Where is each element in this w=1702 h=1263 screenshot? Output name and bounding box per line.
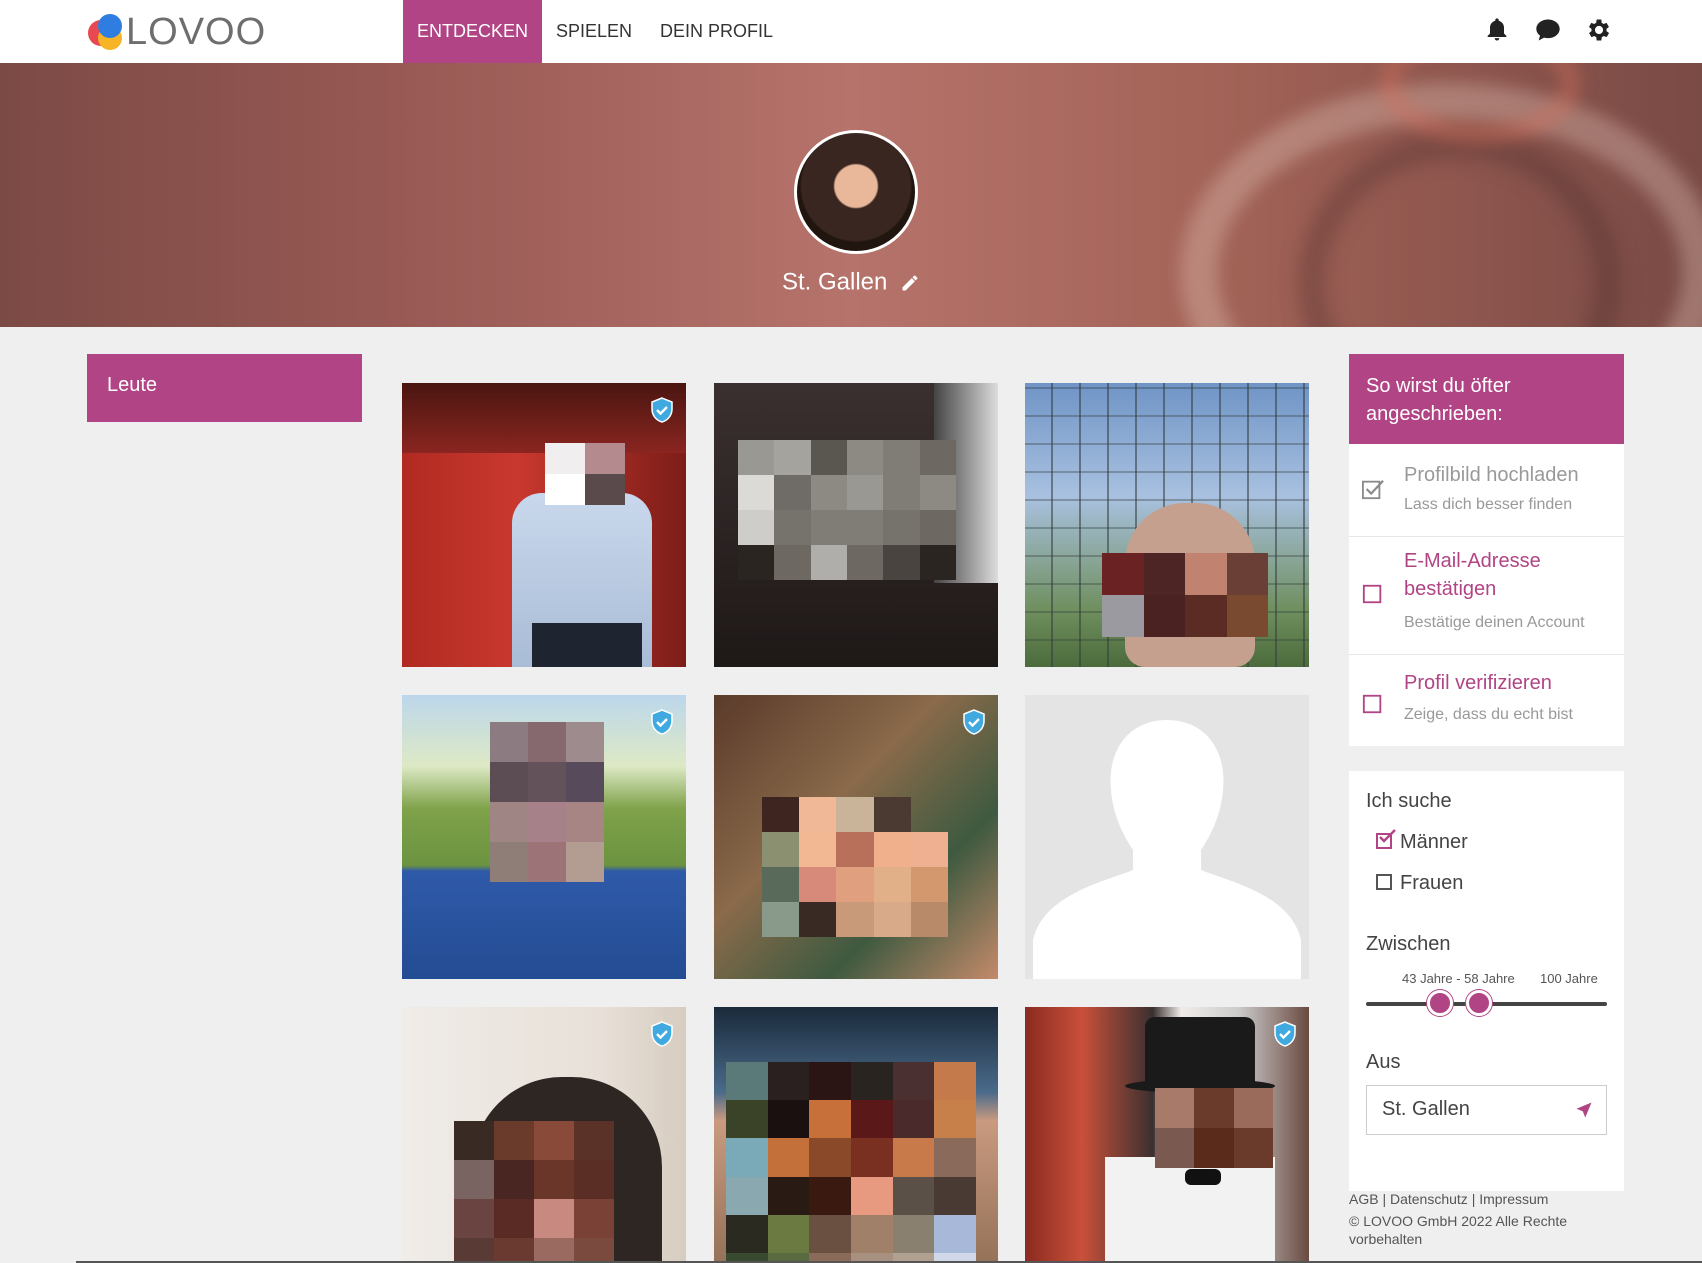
profile-card[interactable] xyxy=(402,383,686,667)
option-label: Frauen xyxy=(1400,872,1464,894)
tip-verify-profile[interactable]: Profil verifizieren Zeige, dass du echt … xyxy=(1349,655,1624,746)
verified-badge-icon xyxy=(963,709,985,735)
pixelated-face xyxy=(490,722,604,882)
age-max-text: 100 Jahre xyxy=(1540,971,1598,986)
profile-avatar[interactable] xyxy=(794,130,918,254)
tip-title: Profilbild hochladen xyxy=(1404,464,1579,486)
city-input[interactable]: St. Gallen xyxy=(1366,1085,1607,1135)
default-avatar-icon xyxy=(1033,720,1301,979)
tip-subtitle: Bestätige deinen Account xyxy=(1404,614,1585,631)
tips-header: So wirst du öfter angeschrieben: xyxy=(1349,354,1624,444)
profile-card[interactable] xyxy=(714,1007,998,1263)
pixelated-face xyxy=(1155,1088,1273,1168)
tip-profile-photo[interactable]: Profilbild hochladen Lass dich besser fi… xyxy=(1349,444,1624,537)
location-arrow-icon[interactable] xyxy=(1574,1100,1594,1120)
bell-icon[interactable] xyxy=(1483,16,1511,44)
lovoo-logo[interactable]: LOVOO xyxy=(86,10,266,54)
unchecked-checkbox-icon xyxy=(1362,694,1382,714)
pixelated-face xyxy=(1102,553,1268,637)
checkbox-checked-icon[interactable] xyxy=(1376,829,1396,849)
age-slider-max-handle[interactable] xyxy=(1466,990,1492,1016)
profile-card-placeholder[interactable] xyxy=(1025,695,1309,979)
banner-location[interactable]: St. Gallen xyxy=(0,268,1702,297)
pixelated-face xyxy=(545,443,625,505)
sidebar-item-leute[interactable]: Leute xyxy=(87,354,362,422)
gear-icon[interactable] xyxy=(1585,16,1613,44)
footer: AGB | Datenschutz | Impressum © LOVOO Gm… xyxy=(1349,1190,1624,1249)
banner-city-label: St. Gallen xyxy=(781,268,888,296)
top-navigation: LOVOO ENTDECKEN SPIELEN DEIN PROFIL xyxy=(0,0,1702,63)
checked-checkbox-icon xyxy=(1362,480,1384,500)
pixelated-face xyxy=(454,1121,614,1263)
tab-spielen[interactable]: SPIELEN xyxy=(556,0,632,63)
edit-pencil-icon[interactable] xyxy=(900,273,920,293)
city-input-value: St. Gallen xyxy=(1382,1098,1470,1120)
tips-list: Profilbild hochladen Lass dich besser fi… xyxy=(1349,444,1624,746)
profile-card[interactable] xyxy=(714,383,998,667)
footer-links[interactable]: AGB | Datenschutz | Impressum xyxy=(1349,1190,1624,1208)
profile-card[interactable] xyxy=(1025,383,1309,667)
tip-confirm-email[interactable]: E-Mail-Adresse bestätigen Bestätige dein… xyxy=(1349,537,1624,655)
verified-badge-icon xyxy=(1274,1021,1296,1047)
profile-card[interactable] xyxy=(714,695,998,979)
profile-card[interactable] xyxy=(1025,1007,1309,1263)
pixelated-face xyxy=(762,797,948,937)
verified-badge-icon xyxy=(651,709,673,735)
verified-badge-icon xyxy=(651,1021,673,1047)
age-slider-min-handle[interactable] xyxy=(1427,990,1453,1016)
from-label: Aus xyxy=(1366,1051,1401,1073)
option-frauen[interactable]: Frauen xyxy=(1376,872,1463,895)
search-filter-panel: Ich suche Männer Frauen Zwischen 43 Jahr… xyxy=(1349,771,1624,1191)
unchecked-checkbox-icon xyxy=(1362,584,1382,604)
logo-text: LOVOO xyxy=(126,10,267,53)
option-maenner[interactable]: Männer xyxy=(1376,829,1468,854)
between-label: Zwischen xyxy=(1366,933,1451,955)
profile-grid xyxy=(402,383,1310,1263)
chat-icon[interactable] xyxy=(1534,16,1562,44)
tab-entdecken[interactable]: ENTDECKEN xyxy=(403,0,543,63)
looking-for-label: Ich suche xyxy=(1366,790,1452,812)
pixelated-face xyxy=(726,1062,976,1263)
tab-dein-profil[interactable]: DEIN PROFIL xyxy=(660,0,773,63)
tip-subtitle: Zeige, dass du echt bist xyxy=(1404,706,1573,723)
footer-copyright: © LOVOO GmbH 2022 Alle Rechte vorbehalte… xyxy=(1349,1213,1568,1248)
verified-badge-icon xyxy=(651,397,673,423)
age-range-text: 43 Jahre - 58 Jahre xyxy=(1402,971,1515,986)
tip-subtitle: Lass dich besser finden xyxy=(1404,496,1573,513)
pixelated-face xyxy=(738,440,956,580)
checkbox-unchecked-icon[interactable] xyxy=(1376,874,1392,890)
logo-mark-icon xyxy=(86,12,124,52)
option-label: Männer xyxy=(1400,831,1468,853)
tip-title: E-Mail-Adresse bestätigen xyxy=(1404,550,1541,600)
tip-title: Profil verifizieren xyxy=(1404,672,1552,694)
profile-card[interactable] xyxy=(402,1007,686,1263)
profile-card[interactable] xyxy=(402,695,686,979)
